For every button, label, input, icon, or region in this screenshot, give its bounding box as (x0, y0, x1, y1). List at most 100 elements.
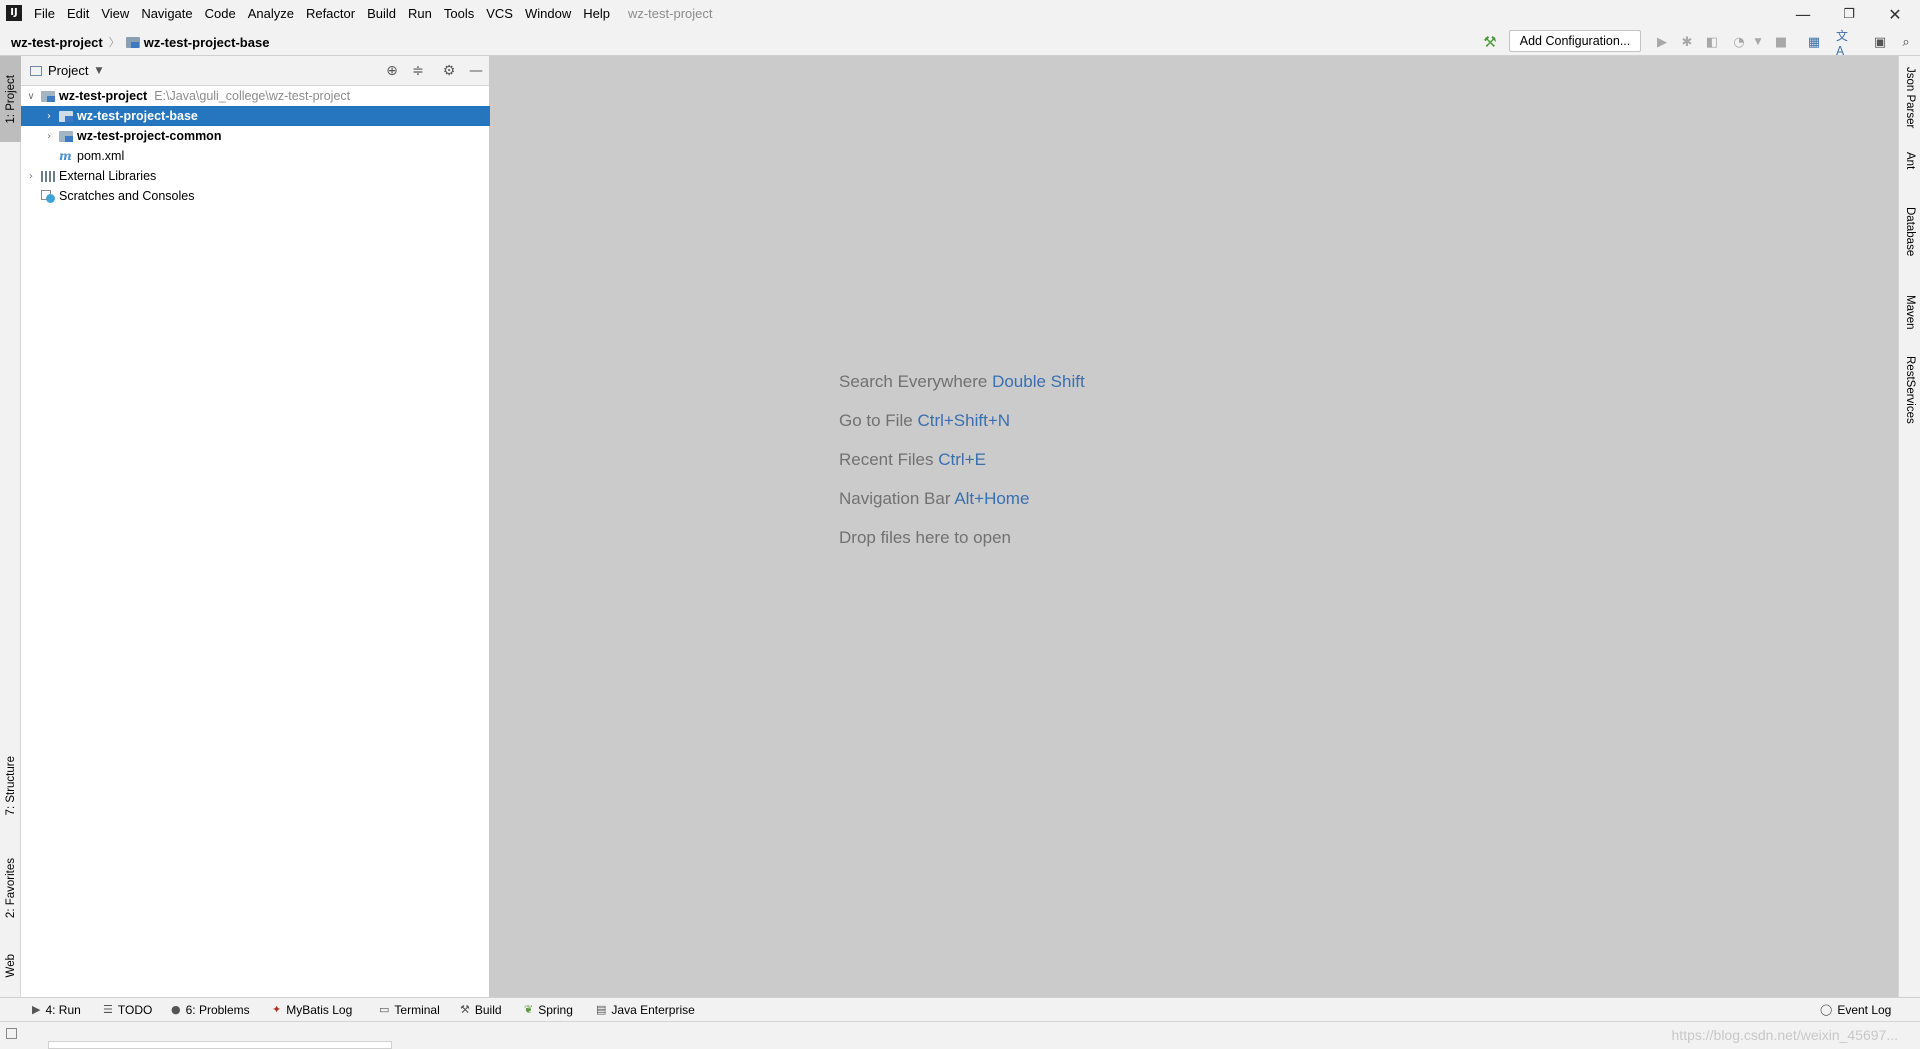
hint-text: Navigation Bar (839, 489, 951, 508)
tab-event-log[interactable]: ◯ Event Log (1820, 998, 1891, 1021)
menu-file[interactable]: File (28, 0, 61, 28)
menu-run[interactable]: Run (402, 0, 438, 28)
tab-mybatis-log[interactable]: ✦ MyBatis Log (272, 998, 352, 1021)
tab-rest-services[interactable]: RestServices (1899, 352, 1920, 428)
breadcrumb-project[interactable]: wz-test-project (11, 35, 103, 50)
menu-view[interactable]: View (95, 0, 135, 28)
tree-item-label: pom.xml (77, 149, 125, 163)
hammer-icon: ⚒ (460, 1003, 470, 1016)
tab-label: 4: Run (45, 1002, 81, 1017)
add-configuration-button[interactable]: Add Configuration... (1509, 30, 1641, 52)
menu-build[interactable]: Build (361, 0, 402, 28)
tab-web[interactable]: Web (0, 942, 21, 990)
editor-empty-area[interactable]: Search Everywhere Double Shift Go to Fil… (490, 56, 1898, 997)
restore-button[interactable]: ❐ (1826, 0, 1872, 28)
tab-json-parser[interactable]: Json Parser (1899, 62, 1920, 134)
hint-drop-files: Drop files here to open (839, 528, 1011, 548)
terminal-window-icon[interactable]: ▣ (1870, 32, 1890, 52)
tree-item-label: Scratches and Consoles (59, 189, 195, 203)
tab-label: 6: Problems (185, 1002, 250, 1017)
close-button[interactable]: ✕ (1872, 0, 1918, 28)
module-folder-icon (59, 110, 73, 122)
hint-shortcut: Ctrl+Shift+N (917, 411, 1011, 430)
hint-text: Go to File (839, 411, 913, 430)
tab-label: MyBatis Log (286, 1002, 353, 1017)
hide-panel-icon[interactable]: — (467, 62, 485, 80)
tab-run[interactable]: ▶ 4: Run (32, 998, 81, 1021)
tab-database[interactable]: Database (1899, 196, 1920, 268)
tab-maven-label: Maven (1904, 294, 1916, 330)
tree-item-label: wz-test-project-common (77, 129, 222, 143)
project-view-selector[interactable]: Project ▼ (30, 63, 102, 78)
bottom-tool-bar: ▶ 4: Run ☰ TODO ● 6: Problems ✦ MyBatis Log … (0, 997, 1920, 1021)
tree-item-path: E:\Java\guli_college\wz-test-project (154, 89, 351, 103)
chevron-right-icon[interactable]: › (25, 171, 37, 182)
module-folder-icon (125, 36, 140, 48)
run-icon[interactable]: ▶ (1652, 32, 1672, 52)
tab-label: Spring (538, 1002, 573, 1017)
tab-todo[interactable]: ☰ TODO (103, 998, 152, 1021)
menu-window[interactable]: Window (519, 0, 577, 28)
tab-build[interactable]: ⚒ Build (460, 998, 502, 1021)
project-view-icon (30, 65, 42, 76)
breadcrumb-module[interactable]: wz-test-project-base (144, 35, 270, 50)
project-panel-header: Project ▼ ⊕ ≑ ⚙ — (21, 56, 489, 86)
event-log-icon: ◯ (1820, 1003, 1833, 1016)
chevron-down-icon[interactable]: ∨ (25, 91, 37, 102)
gear-icon[interactable]: ⚙ (440, 62, 458, 80)
tree-item-module-common[interactable]: › wz-test-project-common (21, 126, 511, 146)
tab-ant-label: Ant (1904, 152, 1916, 170)
tree-item-project-root[interactable]: ∨ wz-test-project E:\Java\guli_college\w… (21, 86, 493, 106)
chevron-right-icon[interactable]: › (43, 111, 55, 122)
stop-icon[interactable]: ■ (1771, 32, 1791, 52)
tab-java-enterprise[interactable]: ▤ Java Enterprise (596, 998, 695, 1021)
hint-navigation-bar: Navigation Bar Alt+Home (839, 489, 1029, 509)
hint-text: Recent Files (839, 450, 934, 469)
tab-rest-services-label: RestServices (1904, 356, 1916, 424)
collapse-all-icon[interactable]: ≑ (409, 62, 427, 80)
build-hammer-icon[interactable]: ⚒ (1480, 32, 1500, 52)
debug-icon[interactable]: ✱ (1677, 32, 1697, 52)
tree-item-external-libraries[interactable]: › External Libraries (21, 166, 493, 186)
tab-project-label: 1: Project (4, 74, 17, 124)
profile-icon[interactable]: ◔ (1729, 32, 1749, 52)
project-panel-title: Project (48, 63, 89, 78)
toggle-tool-windows-icon[interactable] (6, 1028, 17, 1039)
menu-refactor[interactable]: Refactor (300, 0, 361, 28)
tab-structure-label: 7: Structure (4, 756, 17, 816)
menu-code[interactable]: Code (199, 0, 242, 28)
tab-favorites[interactable]: 2: Favorites (0, 844, 21, 932)
tab-problems[interactable]: ● 6: Problems (171, 998, 250, 1021)
tree-item-pom[interactable]: m pom.xml (21, 146, 523, 166)
tree-item-module-base[interactable]: › wz-test-project-base (21, 106, 511, 126)
locate-file-icon[interactable]: ⊕ (383, 62, 401, 80)
menu-edit[interactable]: Edit (61, 0, 95, 28)
translate-icon[interactable]: 文A (1836, 29, 1856, 58)
search-icon[interactable]: ⌕ (1896, 32, 1916, 52)
status-bar: https://blog.csdn.net/weixin_45697... (0, 1021, 1920, 1049)
menu-analyze[interactable]: Analyze (242, 0, 300, 28)
title-bar: IJ File Edit View Navigate Code Analyze … (0, 0, 1920, 28)
tab-structure[interactable]: 7: Structure (0, 746, 21, 826)
tree-item-scratches[interactable]: Scratches and Consoles (21, 186, 505, 206)
problems-icon: ● (171, 1003, 181, 1016)
tab-spring[interactable]: ❦ Spring (524, 998, 573, 1021)
coverage-icon[interactable]: ◧ (1702, 32, 1722, 52)
left-tool-stripe: 1: Project 7: Structure 2: Favorites Web (0, 56, 21, 997)
tab-ant[interactable]: Ant (1899, 142, 1920, 180)
menu-tools[interactable]: Tools (438, 0, 480, 28)
menu-navigate[interactable]: Navigate (135, 0, 198, 28)
minimize-button[interactable]: — (1780, 0, 1826, 28)
menu-vcs[interactable]: VCS (480, 0, 519, 28)
tab-label: Build (474, 1002, 502, 1017)
tab-project[interactable]: 1: Project (0, 56, 21, 142)
run-options-chevron-down-icon[interactable]: ▼ (1748, 32, 1768, 52)
hint-shortcut: Ctrl+E (938, 450, 986, 469)
right-tool-stripe: Json Parser Ant Database Maven RestServi… (1898, 56, 1920, 997)
chevron-right-icon[interactable]: › (43, 131, 55, 142)
tab-terminal[interactable]: ▭ Terminal (379, 998, 440, 1021)
tab-maven[interactable]: Maven (1899, 284, 1920, 340)
menu-help[interactable]: Help (577, 0, 616, 28)
project-structure-icon[interactable]: ▦ (1804, 32, 1824, 52)
mybatis-bird-icon: ✦ (272, 1003, 282, 1016)
